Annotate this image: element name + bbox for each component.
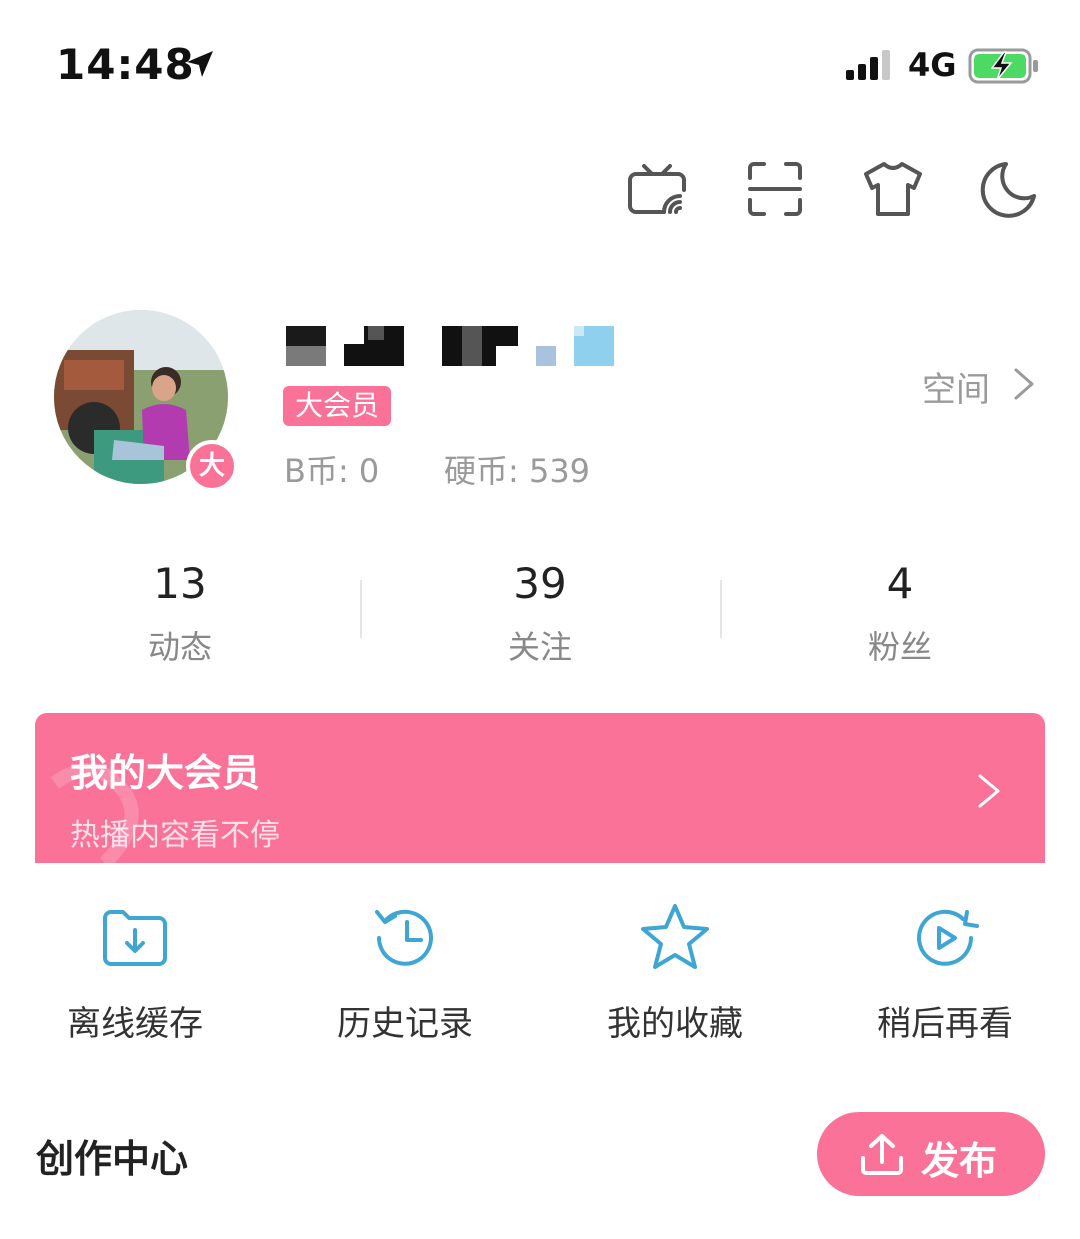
creation-center-title: 创作中心	[36, 1137, 189, 1181]
bcoin-balance[interactable]: B币: 0	[284, 446, 379, 492]
chevron-right-icon[interactable]	[1012, 366, 1036, 402]
location-arrow-icon	[187, 51, 213, 77]
vip-banner-title: 我的大会员	[70, 751, 261, 795]
scan-icon[interactable]	[742, 156, 808, 222]
stat-fans[interactable]: 4 粉丝	[720, 560, 1080, 668]
stat-label: 粉丝	[867, 628, 932, 666]
moon-icon[interactable]	[976, 156, 1042, 222]
stat-label: 关注	[507, 628, 572, 666]
upload-icon	[861, 1134, 903, 1175]
watch-later-icon	[917, 909, 979, 966]
quick-action-label: 历史记录	[337, 1004, 473, 1044]
publish-button[interactable]: 发布	[817, 1112, 1045, 1196]
stat-value: 39	[513, 559, 567, 608]
quick-action-label: 稍后再看	[877, 1004, 1013, 1044]
network-type: 4G	[908, 46, 957, 84]
chevron-right-icon[interactable]	[976, 772, 1002, 810]
history-button[interactable]: 历史记录	[270, 900, 540, 1045]
username-pixelated	[286, 326, 614, 366]
stat-label: 动态	[147, 628, 212, 666]
stat-dynamics[interactable]: 13 动态	[0, 560, 360, 668]
stat-value: 4	[886, 559, 914, 608]
coin-balance[interactable]: 硬币: 539	[444, 446, 590, 492]
quick-action-label: 离线缓存	[67, 1004, 203, 1044]
stat-following[interactable]: 39 关注	[360, 560, 720, 668]
star-icon	[641, 904, 709, 969]
quick-action-label: 我的收藏	[607, 1004, 743, 1044]
offline-cache-button[interactable]: 离线缓存	[0, 900, 270, 1045]
history-clock-icon	[375, 909, 433, 966]
space-link[interactable]: 空间	[922, 362, 990, 411]
favorites-button[interactable]: 我的收藏	[540, 900, 810, 1045]
tshirt-icon[interactable]	[860, 156, 926, 222]
vip-banner-subtitle: 热播内容看不停	[70, 818, 280, 853]
status-time: 14:48	[56, 40, 195, 89]
stat-value: 13	[153, 559, 207, 608]
watch-later-button[interactable]: 稍后再看	[810, 900, 1080, 1045]
battery-charging-icon	[968, 48, 1038, 84]
download-folder-icon	[103, 910, 167, 966]
cellular-signal-icon	[846, 50, 890, 80]
vip-badge: 大会员	[283, 386, 392, 426]
tv-cast-icon[interactable]	[624, 156, 690, 222]
publish-label: 发布	[921, 1139, 998, 1183]
vip-avatar-badge: 大	[186, 440, 238, 492]
